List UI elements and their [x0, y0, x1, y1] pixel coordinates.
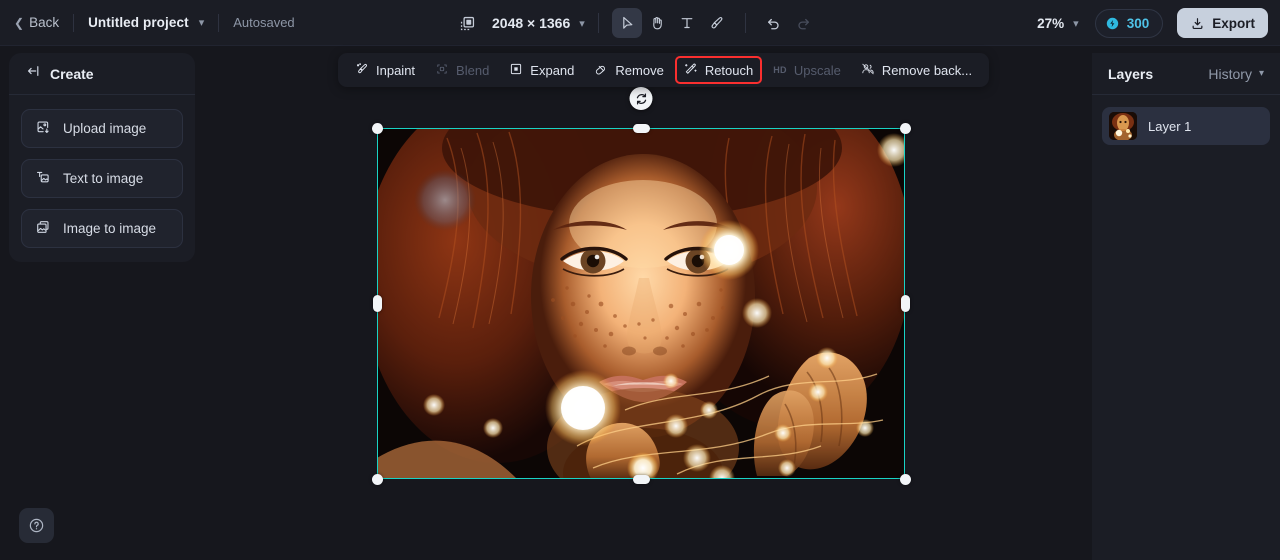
- export-button[interactable]: Export: [1177, 8, 1268, 38]
- credits-badge[interactable]: 300: [1094, 8, 1164, 38]
- canvas-area[interactable]: [196, 46, 1092, 560]
- selected-image-object[interactable]: [371, 87, 911, 485]
- retouch-button[interactable]: Retouch: [674, 56, 763, 84]
- expand-label: Expand: [530, 62, 575, 78]
- create-panel: Create Upload image Text to image Image …: [9, 53, 195, 262]
- resize-handle-top-center[interactable]: [632, 123, 650, 133]
- layer-thumbnail: [1109, 112, 1137, 140]
- zoom-level-selector[interactable]: 27% ▾: [1037, 16, 1079, 31]
- create-panel-body: Upload image Text to image Image to imag…: [9, 95, 195, 248]
- chevron-down-icon: ▾: [1258, 68, 1264, 79]
- question-mark-circle-icon: [29, 518, 44, 533]
- canvas-resize-icon[interactable]: [452, 8, 482, 38]
- autosaved-status: Autosaved: [233, 15, 295, 30]
- divider: [744, 13, 746, 33]
- divider: [73, 13, 75, 32]
- redo-button[interactable]: [789, 8, 819, 38]
- top-toolbar: ❮ Back Untitled project ▾ Autosaved 2048…: [0, 0, 1280, 46]
- tab-history[interactable]: History ▾: [1208, 66, 1264, 82]
- top-toolbar-center: 2048 × 1366 ▾: [452, 0, 819, 46]
- resize-handle-middle-left[interactable]: [372, 295, 382, 312]
- resize-handle-top-right[interactable]: [899, 122, 911, 134]
- layers-panel-header: Layers History ▾: [1092, 53, 1280, 95]
- divider: [597, 13, 599, 33]
- credit-coin-icon: [1106, 17, 1118, 29]
- back-button[interactable]: ❮ Back: [14, 15, 59, 30]
- hd-badge-icon: HD: [773, 65, 787, 75]
- chevron-down-icon: ▾: [1073, 17, 1079, 30]
- upload-image-icon: [35, 119, 51, 138]
- layers-panel: Layers History ▾ Layer 1: [1092, 53, 1280, 560]
- layer-name: Layer 1: [1148, 118, 1192, 134]
- blend-button[interactable]: Blend: [426, 57, 498, 83]
- brush-tool[interactable]: [702, 8, 732, 38]
- select-tool[interactable]: [611, 8, 642, 38]
- image-actions-toolbar: Inpaint Blend Expand Remove Retouch HD U…: [338, 53, 990, 87]
- create-panel-title: Create: [50, 65, 94, 82]
- remove-background-button[interactable]: Remove back...: [852, 57, 981, 83]
- resize-handle-middle-right[interactable]: [900, 295, 910, 312]
- tab-history-label: History: [1208, 65, 1252, 82]
- image-editor-app: ❮ Back Untitled project ▾ Autosaved 2048…: [0, 0, 1280, 560]
- upscale-button[interactable]: HD Upscale: [764, 57, 850, 83]
- canvas-dimensions[interactable]: 2048 × 1366 ▾: [492, 15, 585, 31]
- collapse-panel-icon[interactable]: [25, 63, 41, 84]
- layers-list: Layer 1: [1092, 95, 1280, 157]
- upload-image-button[interactable]: Upload image: [21, 109, 183, 148]
- expand-button[interactable]: Expand: [500, 57, 583, 83]
- image-to-image-icon: [35, 219, 51, 238]
- project-name: Untitled project: [88, 15, 189, 30]
- rotate-icon: [636, 92, 646, 105]
- rotate-handle[interactable]: [629, 87, 653, 110]
- inpaint-brush-icon: [355, 62, 369, 79]
- magic-wand-icon: [684, 62, 698, 79]
- inpaint-button[interactable]: Inpaint: [346, 57, 424, 83]
- remove-label: Remove: [615, 62, 664, 78]
- chevron-down-icon[interactable]: ▾: [199, 16, 205, 29]
- text-to-image-label: Text to image: [63, 171, 144, 186]
- text-to-image-icon: [35, 169, 51, 188]
- tab-layers[interactable]: Layers: [1108, 66, 1153, 82]
- layer-item[interactable]: Layer 1: [1102, 107, 1270, 145]
- text-tool[interactable]: [672, 8, 702, 38]
- text-to-image-button[interactable]: Text to image: [21, 159, 183, 198]
- inpaint-label: Inpaint: [376, 62, 416, 78]
- back-button-label: Back: [29, 15, 60, 30]
- top-toolbar-left: ❮ Back Untitled project ▾ Autosaved: [0, 0, 295, 45]
- resize-handle-top-left[interactable]: [371, 122, 383, 134]
- resize-handle-bottom-left[interactable]: [371, 473, 383, 485]
- divider: [218, 13, 220, 32]
- image-to-image-button[interactable]: Image to image: [21, 209, 183, 248]
- chevron-left-icon: ❮: [14, 15, 25, 30]
- image-to-image-label: Image to image: [63, 221, 157, 236]
- download-icon: [1192, 17, 1203, 29]
- remove-background-icon: [861, 62, 875, 79]
- upscale-label: Upscale: [793, 62, 841, 78]
- undo-button[interactable]: [759, 8, 789, 38]
- credits-value: 300: [1126, 15, 1150, 31]
- retouch-label: Retouch: [704, 62, 754, 78]
- zoom-level-label: 27%: [1037, 15, 1065, 31]
- hand-tool[interactable]: [642, 8, 672, 38]
- blend-icon: [435, 62, 449, 79]
- top-toolbar-right: 27% ▾ 300 Export: [1037, 0, 1268, 46]
- eraser-icon: [594, 62, 608, 79]
- help-button[interactable]: [19, 508, 54, 543]
- chevron-down-icon: ▾: [579, 17, 585, 30]
- resize-handle-bottom-right[interactable]: [899, 473, 911, 485]
- resize-handle-bottom-center[interactable]: [632, 474, 650, 484]
- remove-background-label: Remove back...: [881, 62, 973, 78]
- create-panel-header: Create: [9, 53, 195, 95]
- canvas-image[interactable]: [377, 128, 905, 479]
- blend-label: Blend: [456, 62, 490, 78]
- expand-icon: [509, 62, 523, 79]
- canvas-dimensions-label: 2048 × 1366: [492, 15, 571, 31]
- remove-button[interactable]: Remove: [585, 57, 672, 83]
- export-button-label: Export: [1212, 15, 1255, 31]
- upload-image-label: Upload image: [63, 121, 147, 136]
